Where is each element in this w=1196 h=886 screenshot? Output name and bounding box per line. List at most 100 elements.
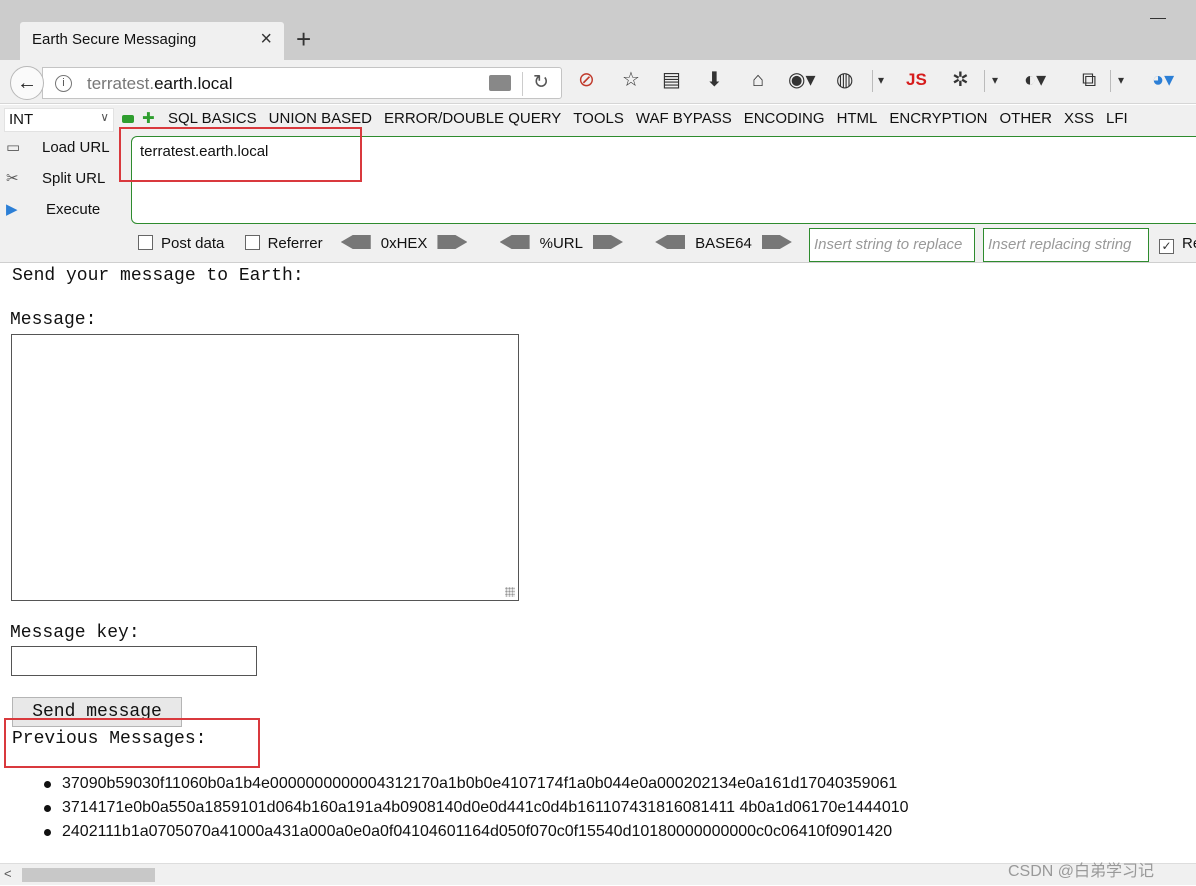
arrow-right-icon[interactable]	[592, 235, 623, 249]
list-item: 2402111b1a0705070a41000a431a000a0e0a0f04…	[42, 820, 909, 844]
post-data-checkbox[interactable]: Post data	[138, 235, 224, 252]
arrow-left-icon[interactable]	[340, 235, 371, 249]
hex-label: 0xHEX	[380, 235, 428, 252]
message-textarea[interactable]	[11, 334, 519, 601]
referrer-checkbox[interactable]: Referrer	[244, 235, 323, 252]
post-data-label: Post data	[161, 235, 225, 252]
star-icon[interactable]: ☆	[622, 68, 640, 92]
url-encoder[interactable]: %URL	[499, 235, 623, 252]
list-item: 37090b59030f11060b0a1b4e0000000000004312…	[42, 772, 909, 796]
plus-icon[interactable]: ✚	[142, 111, 155, 126]
menu-xss[interactable]: XSS	[1064, 110, 1094, 127]
url-domain: earth.local	[154, 74, 233, 93]
menu-lfi[interactable]: LFI	[1106, 110, 1128, 127]
chevron-down-icon[interactable]: ▾	[992, 68, 998, 92]
reload-icon[interactable]: ↻	[533, 71, 549, 94]
home-icon[interactable]: ⌂	[752, 68, 764, 92]
reader-icon[interactable]: ▤	[662, 68, 681, 92]
checkbox-checked: ✓	[1159, 239, 1174, 254]
minus-icon[interactable]	[122, 115, 134, 123]
arrow-left-icon[interactable]	[655, 235, 686, 249]
previous-messages-highlight-box	[4, 718, 260, 768]
tab-earth-secure-messaging[interactable]: Earth Secure Messaging ×	[20, 22, 284, 60]
globe-icon[interactable]: ◉▾	[788, 68, 816, 92]
load-url-label: Load URL	[42, 139, 110, 156]
hackbar-menu: SQL BASICS UNION BASED ERROR/DOUBLE QUERY T…	[168, 110, 1140, 127]
checkbox-box	[244, 235, 260, 250]
replace-string-input[interactable]: Insert string to replace	[809, 228, 975, 262]
menu-encoding[interactable]: ENCODING	[744, 110, 825, 127]
arrow-right-icon[interactable]	[437, 235, 468, 249]
download-icon[interactable]: ⬇	[706, 68, 723, 92]
referrer-label: Referrer	[267, 235, 323, 252]
base64-encoder[interactable]: BASE64	[655, 235, 792, 252]
js-icon[interactable]: JS	[906, 68, 927, 92]
menu-union-based[interactable]: UNION BASED	[269, 110, 372, 127]
back-arrow-icon: ←	[17, 72, 37, 94]
proxy-icon[interactable]: ◐▾	[1024, 68, 1046, 92]
hex-encoder[interactable]: 0xHEX	[340, 235, 468, 252]
watermark: CSDN @白弟学习记	[1008, 863, 1155, 880]
base64-label: BASE64	[695, 235, 752, 252]
split-url-label: Split URL	[42, 170, 106, 187]
bug-icon[interactable]: ✲	[952, 68, 969, 92]
toolbar-divider	[872, 70, 873, 92]
url-text[interactable]: terratest.earth.local	[87, 74, 233, 94]
cookie-icon[interactable]: ◍	[836, 68, 853, 92]
toolbar-divider	[1110, 70, 1111, 92]
hackbar-options: Post data Referrer 0xHEX %URL BASE64	[138, 235, 792, 259]
url-encode-label: %URL	[539, 235, 583, 252]
minimize-icon[interactable]	[1150, 18, 1166, 19]
list-item: 3714171e0b0a550a1859101d064b160a191a4b09…	[42, 796, 909, 820]
resize-grip-icon[interactable]	[505, 587, 515, 597]
menu-sql-basics[interactable]: SQL BASICS	[168, 110, 257, 127]
menu-other[interactable]: OTHER	[999, 110, 1052, 127]
menu-html[interactable]: HTML	[837, 110, 878, 127]
menu-encryption[interactable]: ENCRYPTION	[889, 110, 987, 127]
split-url-button[interactable]: ✂ Split URL	[6, 169, 105, 187]
close-icon[interactable]: ×	[260, 29, 272, 49]
url-highlight-box	[119, 127, 362, 182]
navigation-bar: i terratest.earth.local ↻ ←	[0, 60, 1196, 104]
page-heading: Send your message to Earth:	[12, 266, 304, 286]
type-select[interactable]: INT ∨	[4, 108, 114, 132]
load-url-button[interactable]: ▭ Load URL	[6, 138, 110, 156]
blocked-icon[interactable]: ⊘	[578, 68, 595, 92]
url-bar-divider	[522, 72, 523, 96]
checkbox-box	[138, 235, 153, 250]
replacing-string-input[interactable]: Insert replacing string	[983, 228, 1149, 262]
type-select-value: INT	[9, 111, 34, 128]
scroll-left-icon[interactable]: <	[4, 866, 12, 881]
execute-button[interactable]: ▶ Execute	[6, 200, 100, 218]
regex-label: Re	[1182, 235, 1196, 252]
chevron-down-icon: ∨	[100, 110, 109, 124]
back-button[interactable]: ←	[10, 66, 44, 100]
toolbar-divider	[984, 70, 985, 92]
execute-label: Execute	[46, 201, 101, 218]
menu-waf-bypass[interactable]: WAF BYPASS	[636, 110, 732, 127]
message-key-label: Message key:	[10, 623, 140, 643]
chevron-down-icon[interactable]: ▾	[878, 68, 884, 92]
message-key-input[interactable]	[11, 646, 257, 676]
devices-icon[interactable]: ⧉	[1082, 68, 1096, 92]
menu-tools[interactable]: TOOLS	[573, 110, 624, 127]
arrow-right-icon[interactable]	[761, 235, 792, 249]
messages-viewport: 37090b59030f11060b0a1b4e0000000000004312…	[0, 770, 1196, 846]
new-tab-icon[interactable]: +	[296, 26, 311, 52]
scrollbar-thumb[interactable]	[22, 868, 155, 882]
message-label: Message:	[10, 310, 97, 330]
chevron-down-icon[interactable]: ▾	[1118, 68, 1124, 92]
scissors-icon: ✂	[6, 170, 19, 187]
browser-titlebar: Earth Secure Messaging × +	[0, 0, 1196, 60]
load-url-icon: ▭	[6, 139, 21, 156]
menu-error-double-query[interactable]: ERROR/DOUBLE QUERY	[384, 110, 561, 127]
storage-icon[interactable]	[489, 75, 511, 91]
url-subdomain: terratest.	[87, 74, 155, 93]
chrome-icon[interactable]: ◕▾	[1152, 68, 1174, 92]
info-icon[interactable]: i	[55, 75, 72, 92]
url-bar[interactable]: i terratest.earth.local ↻	[42, 67, 562, 99]
regex-checkbox[interactable]: ✓ Re	[1159, 235, 1196, 254]
arrow-left-icon[interactable]	[499, 235, 530, 249]
previous-messages-list: 37090b59030f11060b0a1b4e0000000000004312…	[42, 772, 909, 844]
play-icon: ▶	[6, 201, 18, 218]
